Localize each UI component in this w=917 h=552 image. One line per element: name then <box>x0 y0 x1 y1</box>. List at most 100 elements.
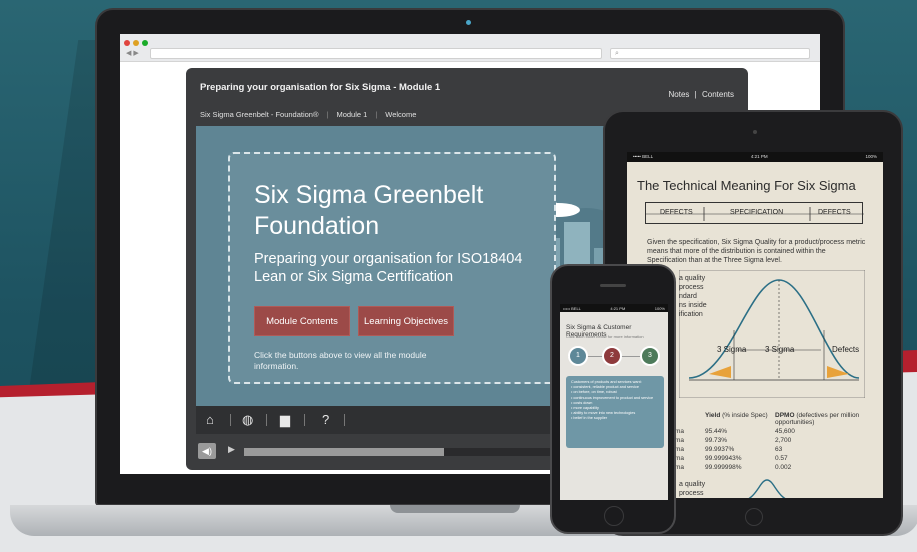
volume-icon[interactable]: ◀) <box>198 443 216 459</box>
table-cell: 0.002 <box>775 464 792 471</box>
sigma-table: Yield (% inside Spec) DPMO (defectives p… <box>675 410 875 471</box>
course-title: Preparing your organisation for Six Sigm… <box>200 82 441 93</box>
bell-label: ndard <box>679 293 697 300</box>
step-1-button[interactable]: 1 <box>568 346 588 366</box>
table-cell: 99.73% <box>705 437 728 444</box>
table-cell: 45,600 <box>775 428 795 435</box>
step-2-button[interactable]: 2 <box>602 346 622 366</box>
step-3-button[interactable]: 3 <box>640 346 660 366</box>
table-cell: 95.44% <box>705 428 728 435</box>
table-row: ma 95.44% 45,600 <box>675 428 875 435</box>
intro-card: Six Sigma Greenbelt Foundation Preparing… <box>228 152 556 384</box>
laptop-notch <box>390 505 520 513</box>
chat-icon[interactable]: ▆ <box>280 412 290 428</box>
bell-side-labels: a quality process ndard ns inside ificat… <box>679 274 707 319</box>
status-time: 4:21 PM <box>750 154 768 159</box>
back-forward-icon[interactable]: ◀ ▶ <box>126 49 139 57</box>
maximize-window-icon[interactable] <box>142 40 148 46</box>
tablet-home-button[interactable] <box>745 508 763 526</box>
bell-label: a quality <box>679 275 706 282</box>
bell-curve-diagram <box>679 270 865 398</box>
help-icon[interactable]: ? <box>322 412 329 427</box>
bottom-label: process <box>679 490 704 497</box>
phone-speaker <box>600 284 626 287</box>
learning-objectives-button[interactable]: Learning Objectives <box>358 306 454 336</box>
requirements-panel: Customers of products and services want:… <box>566 376 664 448</box>
table-row: ma 99.999943% 0.57 <box>675 455 875 462</box>
table-cell: 99.999998% <box>705 464 742 471</box>
home-icon[interactable]: ⌂ <box>206 412 214 427</box>
spec-dividers <box>646 207 864 221</box>
toolbar-divider <box>230 414 231 426</box>
phone-device: ••••• BELL 4:21 PM 100% Six Sigma & Cust… <box>550 264 676 534</box>
table-cell: ma <box>675 428 685 435</box>
list-item: • belief in the supplier <box>571 416 608 421</box>
battery-label: 100% <box>865 154 877 159</box>
tablet-paragraph: Given the specification, Six Sigma Quali… <box>647 239 866 264</box>
module-contents-button[interactable]: Module Contents <box>254 306 350 336</box>
table-row: ma 99.9937% 63 <box>675 446 875 453</box>
sigma-left-label: 3 Sigma <box>717 345 747 354</box>
carrier-label: ••••• BELL <box>563 305 581 311</box>
dpmo-header: DPMO <box>775 412 795 419</box>
tablet-camera <box>753 130 757 134</box>
sigma-right-label: 3 Sigma <box>765 345 795 354</box>
table-cell: ma <box>675 446 685 453</box>
table-cell: 0.57 <box>775 455 788 462</box>
browser-toolbar: ◀ ▶ ⌕ <box>120 34 820 62</box>
phone-page-subtitle: Click each bullet below for more informa… <box>566 334 644 339</box>
progress-fill <box>244 448 444 456</box>
second-bell-curve <box>748 479 786 498</box>
tablet-page-title: The Technical Meaning For Six Sigma <box>637 178 856 193</box>
table-cell: 99.9937% <box>705 446 735 453</box>
phone-screen: ••••• BELL 4:21 PM 100% Six Sigma & Cust… <box>560 304 668 500</box>
slide-title: Six Sigma Greenbelt Foundation <box>254 181 484 240</box>
close-window-icon[interactable] <box>124 40 130 46</box>
table-cell: ma <box>675 464 685 471</box>
bell-label: ns inside <box>679 302 707 309</box>
breadcrumb-page: Welcome <box>385 110 417 119</box>
yield-header-sub: (% inside Spec) <box>722 412 768 419</box>
status-time: 4:21 PM <box>610 305 626 311</box>
browser-search-field[interactable]: ⌕ <box>610 48 810 59</box>
breadcrumb-course[interactable]: Six Sigma Greenbelt - Foundation® <box>200 110 319 119</box>
carrier-label: ••••• BELL <box>633 154 654 159</box>
battery-label: 100% <box>654 305 665 311</box>
slide-subtitle: Preparing your organisation for ISO18404… <box>254 251 523 285</box>
link-separator: | <box>694 90 697 99</box>
toolbar-divider <box>266 414 267 426</box>
tablet-status-bar: ••••• BELL 4:21 PM 100% <box>627 152 883 162</box>
notes-link[interactable]: Notes <box>669 90 690 99</box>
defects-label: Defects <box>832 345 860 354</box>
table-cell: 99.999943% <box>705 455 742 462</box>
yield-header: Yield <box>705 412 721 419</box>
minimize-window-icon[interactable] <box>133 40 139 46</box>
laptop-camera <box>466 20 471 25</box>
table-row: ma 99.73% 2,700 <box>675 437 875 444</box>
play-icon[interactable]: ▶ <box>228 444 235 455</box>
table-cell: 2,700 <box>775 437 792 444</box>
breadcrumb-module[interactable]: Module 1 <box>336 110 367 119</box>
table-header: Yield (% inside Spec) DPMO (defectives p… <box>675 412 875 426</box>
phone-home-button[interactable] <box>604 506 624 526</box>
table-cell: ma <box>675 455 685 462</box>
globe-icon[interactable]: ◍ <box>242 412 253 428</box>
table-cell: ma <box>675 437 685 444</box>
table-row: ma 99.999998% 0.002 <box>675 464 875 471</box>
breadcrumb-divider: | <box>375 110 378 119</box>
player-links: Notes | Contents <box>669 90 734 99</box>
breadcrumb-divider: | <box>326 110 329 119</box>
bottom-label: a quality <box>679 481 706 488</box>
bottom-labels: a quality process <box>679 480 705 498</box>
address-bar[interactable] <box>150 48 602 59</box>
bell-label: ification <box>679 311 703 318</box>
slide-instruction: Click the buttons above to view all the … <box>254 350 427 371</box>
bell-label: process <box>679 284 704 291</box>
specification-bar: DEFECTS SPECIFICATION DEFECTS <box>645 202 864 224</box>
phone-status-bar: ••••• BELL 4:21 PM 100% <box>560 304 668 312</box>
table-cell: 63 <box>775 446 783 453</box>
breadcrumb: Six Sigma Greenbelt - Foundation® | Modu… <box>200 110 416 119</box>
contents-link[interactable]: Contents <box>702 90 734 99</box>
toolbar-divider <box>344 414 345 426</box>
toolbar-divider <box>304 414 305 426</box>
